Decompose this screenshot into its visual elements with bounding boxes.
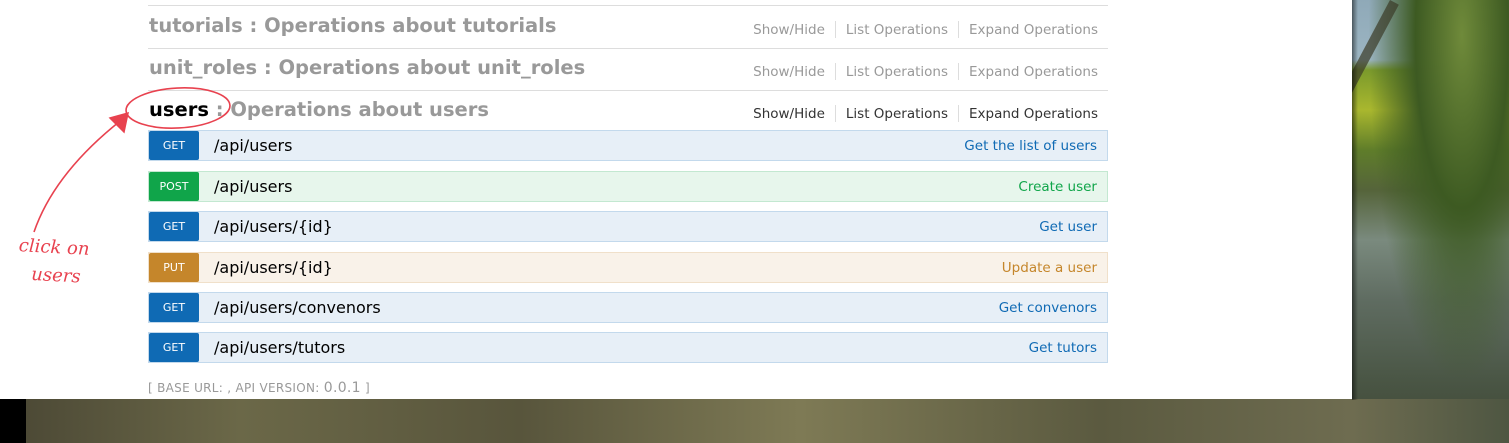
show-hide-link[interactable]: Show/Hide [753, 106, 825, 122]
resource-description: : Operations about users [215, 98, 489, 121]
operation-path[interactable]: /api/users/{id} [214, 258, 333, 277]
resource-name[interactable]: tutorials [149, 14, 243, 37]
resource-actions: Show/Hide List Operations Expand Operati… [753, 63, 1098, 80]
operation-row[interactable]: GET /api/users Get the list of users [148, 130, 1108, 161]
divider [834, 63, 836, 80]
list-operations-link[interactable]: List Operations [846, 22, 948, 38]
operation-path[interactable]: /api/users [214, 136, 292, 155]
http-method-badge[interactable]: GET [149, 212, 199, 241]
http-method-badge[interactable]: GET [149, 131, 199, 160]
http-method-badge[interactable]: GET [149, 293, 199, 322]
operation-path[interactable]: /api/users/{id} [214, 217, 333, 236]
operation-path[interactable]: /api/users/convenors [214, 298, 381, 317]
resource-description: : Operations about tutorials [249, 14, 557, 37]
operation-path[interactable]: /api/users [214, 177, 292, 196]
list-operations-link[interactable]: List Operations [846, 106, 948, 122]
show-hide-link[interactable]: Show/Hide [753, 64, 825, 80]
resource-users: users : Operations about users Show/Hide… [148, 90, 1108, 132]
window-shadow [1352, 0, 1358, 400]
expand-operations-link[interactable]: Expand Operations [969, 22, 1098, 38]
operation-row[interactable]: GET /api/users/convenors Get convenors [148, 292, 1108, 323]
operation-path[interactable]: /api/users/tutors [214, 338, 345, 357]
divider [958, 63, 959, 80]
operation-summary[interactable]: Update a user [1002, 260, 1097, 276]
resource-description: : Operations about unit_roles [263, 56, 586, 79]
resource-heading[interactable]: tutorials : Operations about tutorials [149, 14, 556, 37]
operation-row[interactable]: POST /api/users Create user [148, 171, 1108, 202]
resource-actions: Show/Hide List Operations Expand Operati… [753, 105, 1098, 122]
operation-row[interactable]: PUT /api/users/{id} Update a user [148, 252, 1108, 283]
operation-row[interactable]: GET /api/users/tutors Get tutors [148, 332, 1108, 363]
resource-name[interactable]: unit_roles [149, 56, 257, 79]
operation-summary[interactable]: Get user [1039, 219, 1097, 235]
divider [834, 105, 836, 122]
annotation-line-2: users [30, 263, 82, 288]
operation-summary[interactable]: Get the list of users [964, 138, 1097, 154]
http-method-badge[interactable]: GET [149, 333, 199, 362]
operation-summary[interactable]: Get tutors [1029, 340, 1097, 356]
divider [958, 21, 959, 38]
http-method-badge[interactable]: POST [149, 172, 199, 201]
expand-operations-link[interactable]: Expand Operations [969, 64, 1098, 80]
operation-summary[interactable]: Get convenors [999, 300, 1097, 316]
list-operations-link[interactable]: List Operations [846, 64, 948, 80]
http-method-badge[interactable]: PUT [149, 253, 199, 282]
swagger-panel: tutorials : Operations about tutorials S… [0, 0, 1352, 399]
api-info-footer: [ BASE URL: , API VERSION: 0.0.1 ] [148, 380, 370, 396]
show-hide-link[interactable]: Show/Hide [753, 22, 825, 38]
divider [958, 105, 959, 122]
footer-close-bracket: ] [360, 381, 370, 395]
background-photo [1352, 0, 1509, 443]
annotation-note: click on users [17, 232, 91, 292]
resource-tutorials: tutorials : Operations about tutorials S… [148, 5, 1108, 49]
arrow-head [108, 111, 129, 134]
resource-heading[interactable]: unit_roles : Operations about unit_roles [149, 56, 585, 79]
footer-open-bracket: [ [148, 381, 158, 395]
operation-row[interactable]: GET /api/users/{id} Get user [148, 211, 1108, 242]
operation-summary[interactable]: Create user [1018, 179, 1097, 195]
api-version: 0.0.1 [323, 380, 361, 396]
resource-heading[interactable]: users : Operations about users [149, 98, 489, 121]
divider [834, 21, 836, 38]
resource-unit-roles: unit_roles : Operations about unit_roles… [148, 48, 1108, 91]
expand-operations-link[interactable]: Expand Operations [969, 106, 1098, 122]
annotation-line-1: click on [18, 235, 90, 260]
arrow-line [33, 117, 125, 233]
base-url-label: BASE URL: , API VERSION: [157, 381, 324, 395]
resource-actions: Show/Hide List Operations Expand Operati… [753, 21, 1098, 38]
background-photo-bottom [0, 399, 1509, 443]
resource-name[interactable]: users [149, 98, 209, 121]
